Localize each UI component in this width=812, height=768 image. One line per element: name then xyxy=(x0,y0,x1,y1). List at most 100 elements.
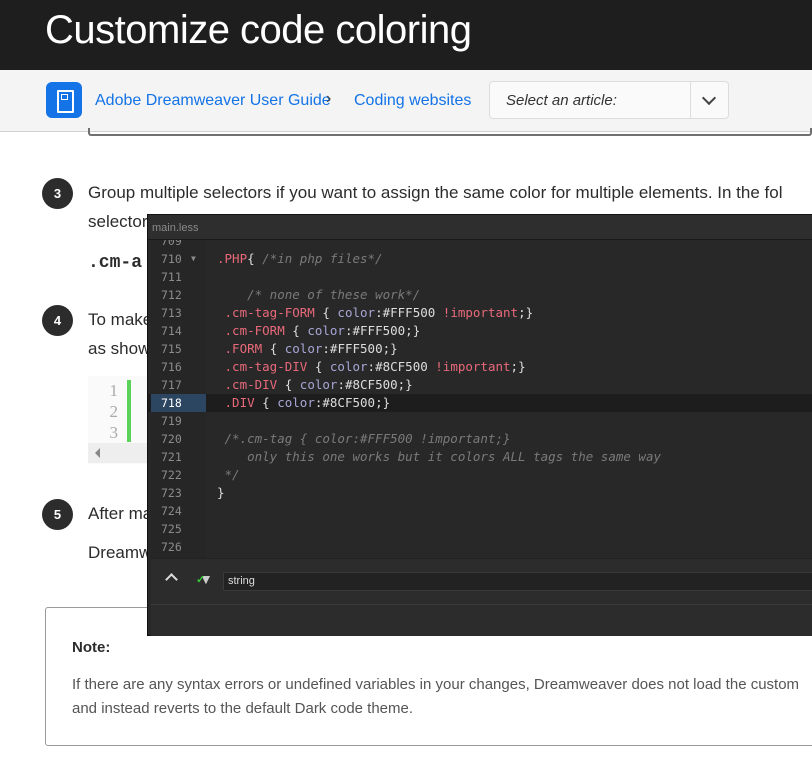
filter-icon[interactable]: ▼ ✓ xyxy=(196,571,213,587)
page-title: Customize code coloring xyxy=(45,8,472,52)
line-number: 1 xyxy=(109,381,119,400)
step-5-text-2: Dreamw xyxy=(88,543,152,562)
code-text: only this one works but it colors ALL ta… xyxy=(217,448,661,466)
step-3-code: .cm-a xyxy=(88,253,143,273)
code-text: .cm-tag-FORM { color:#FFF500 !important;… xyxy=(217,304,534,322)
code-text: .DIV { color:#8CF500;} xyxy=(217,394,391,412)
step-number-4: 4 xyxy=(42,305,73,336)
code-line[interactable]: 722 */ xyxy=(148,466,812,484)
step-4-text-2: as show xyxy=(88,339,151,358)
token-br: { xyxy=(322,305,338,320)
article-select[interactable]: Select an article: xyxy=(489,81,729,119)
code-line[interactable]: 709 xyxy=(148,240,812,250)
token-imp: !important xyxy=(435,359,511,374)
code-text: .cm-tag-DIV { color:#8CF500 !important;} xyxy=(217,358,526,376)
token-val: :#FFF500 xyxy=(375,305,443,320)
token-sel: .FORM xyxy=(217,341,270,356)
token-br: { xyxy=(292,323,308,338)
token-sel: .cm-tag-FORM xyxy=(217,305,323,320)
token-cm: */ xyxy=(217,467,240,482)
token-val: :#8CF500;} xyxy=(314,395,391,410)
code-line[interactable]: 715 .FORM { color:#FFF500;} xyxy=(148,340,812,358)
line-number: 726 xyxy=(161,540,182,554)
token-br: { xyxy=(314,359,330,374)
token-br: } xyxy=(217,485,225,500)
note-title: Note: xyxy=(72,639,111,656)
line-number: 709 xyxy=(161,240,182,248)
token-br: ;} xyxy=(518,305,534,320)
code-line[interactable]: 726 xyxy=(148,538,812,556)
code-line[interactable]: 713 .cm-tag-FORM { color:#FFF500 !import… xyxy=(148,304,812,322)
chevron-up-icon[interactable] xyxy=(165,573,178,586)
article-select-placeholder: Select an article: xyxy=(506,92,617,109)
note-body-2: and instead reverts to the default Dark … xyxy=(72,700,414,717)
token-val: :#8CF500 xyxy=(367,359,436,374)
line-number: 717 xyxy=(161,378,182,392)
line-number: 715 xyxy=(161,342,182,356)
token-cm: /* none of these work*/ xyxy=(217,287,421,302)
line-number: 712 xyxy=(161,288,182,302)
chevron-down-icon[interactable] xyxy=(690,82,728,118)
line-number: 721 xyxy=(161,450,182,464)
line-number: 718 xyxy=(151,394,206,412)
code-line[interactable]: 717 .cm-DIV { color:#8CF500;} xyxy=(148,376,812,394)
code-text: .cm-DIV { color:#8CF500;} xyxy=(217,376,413,394)
token-br: { xyxy=(284,377,300,392)
line-number: 713 xyxy=(161,306,182,320)
code-line[interactable]: 719 xyxy=(148,412,812,430)
code-text: .FORM { color:#FFF500;} xyxy=(217,340,398,358)
code-line[interactable]: 716 .cm-tag-DIV { color:#8CF500 !importa… xyxy=(148,358,812,376)
token-prop: color xyxy=(329,359,368,374)
token-prop: color xyxy=(277,395,315,410)
line-number: 720 xyxy=(161,432,182,446)
page-header: Customize code coloring xyxy=(0,0,812,70)
breadcrumb-user-guide[interactable]: Adobe Dreamweaver User Guide xyxy=(95,92,331,110)
token-sel: .cm-FORM xyxy=(217,323,293,338)
divider xyxy=(151,604,812,605)
code-text: */ xyxy=(217,466,240,484)
step-3-text: Group multiple selectors if you want to … xyxy=(88,183,783,202)
code-line[interactable]: 714 .cm-FORM { color:#FFF500;} xyxy=(148,322,812,340)
fold-arrow-icon[interactable]: ▼ xyxy=(191,250,196,268)
token-prop: color xyxy=(299,377,338,392)
search-input[interactable]: string xyxy=(223,572,812,591)
code-line[interactable]: 710 ▼ .PHP{ /*in php files*/ xyxy=(148,250,812,268)
breadcrumb-bar: Adobe Dreamweaver User Guide › Coding we… xyxy=(0,70,812,132)
find-bar: ▼ ✓ string xyxy=(151,558,812,636)
token-prop: color xyxy=(284,341,323,356)
step-4-text: To make xyxy=(88,310,153,329)
token-prop: color xyxy=(337,305,376,320)
code-editor-screenshot: main.less 709 710 ▼ .PHP{ /*in php files*/7… xyxy=(147,214,812,636)
line-number: 2 xyxy=(109,402,119,421)
code-text: } xyxy=(217,484,225,502)
change-marker xyxy=(127,380,131,442)
code-line[interactable]: 723} xyxy=(148,484,812,502)
token-sel: .PHP xyxy=(217,251,248,266)
code-line[interactable]: 724 xyxy=(148,502,812,520)
step-number-3: 3 xyxy=(42,178,73,209)
token-sel: .cm-tag-DIV xyxy=(217,359,315,374)
code-line[interactable]: 711 xyxy=(148,268,812,286)
breadcrumb-coding-websites[interactable]: Coding websites xyxy=(354,92,471,110)
code-text: /* none of these work*/ xyxy=(217,286,420,304)
token-br: ;} xyxy=(510,359,526,374)
line-number: 723 xyxy=(161,486,182,500)
note-body-1: If there are any syntax errors or undefi… xyxy=(72,676,800,693)
code-line[interactable]: 725 xyxy=(148,520,812,538)
token-imp: !important xyxy=(442,305,519,320)
code-line[interactable]: 720 /*.cm-tag { color:#FFF500 !important… xyxy=(148,430,812,448)
code-line[interactable]: 718 .DIV { color:#8CF500;} xyxy=(148,394,812,412)
step-5-text: After ma xyxy=(88,504,153,523)
token-val: :#FFF500;} xyxy=(322,341,398,356)
token-sel: .DIV xyxy=(217,395,263,410)
previous-box-border xyxy=(88,128,812,136)
step-3-text-2: selector xyxy=(88,212,148,231)
token-br: { xyxy=(247,251,263,266)
code-text: .cm-FORM { color:#FFF500;} xyxy=(217,322,421,340)
code-line[interactable]: 721 only this one works but it colors AL… xyxy=(148,448,812,466)
code-line[interactable]: 712 /* none of these work*/ xyxy=(148,286,812,304)
editor-tab[interactable]: main.less xyxy=(148,215,812,240)
book-icon xyxy=(46,82,82,118)
line-number: 724 xyxy=(161,504,182,518)
line-number: 3 xyxy=(109,423,119,442)
